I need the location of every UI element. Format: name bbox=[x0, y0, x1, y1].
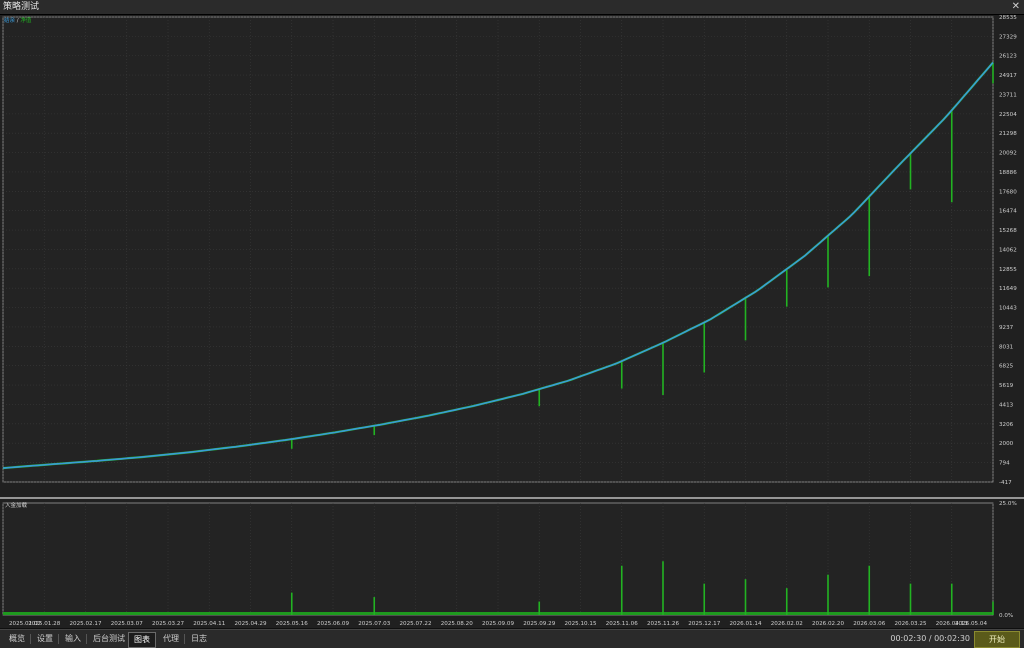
x-tick-label: 2025.05.16 bbox=[276, 621, 308, 627]
y-tick-label: 17680 bbox=[999, 189, 1017, 195]
main-grid bbox=[2, 16, 994, 483]
y-tick-label: 6825 bbox=[999, 364, 1014, 370]
y-tick-label: 23711 bbox=[999, 92, 1017, 98]
x-tick-label: 2026.02.20 bbox=[812, 621, 844, 627]
y-tick-label: 20092 bbox=[999, 151, 1017, 157]
y-tick-label: -417 bbox=[999, 480, 1012, 486]
x-tick-label: 2025.09.29 bbox=[523, 621, 555, 627]
tab-separator bbox=[86, 634, 87, 644]
y-tick-label: 2000 bbox=[999, 441, 1014, 447]
x-tick-label: 2025.12.17 bbox=[688, 621, 720, 627]
y-tick-label: 27329 bbox=[999, 34, 1017, 40]
x-tick-label: 2025.03.07 bbox=[111, 621, 143, 627]
x-tick-label: 2025.08.20 bbox=[441, 621, 473, 627]
y-tick-label: 14062 bbox=[999, 247, 1017, 253]
legend-balance: 结余 bbox=[4, 16, 16, 24]
tab-journal[interactable]: 日志 bbox=[186, 632, 212, 646]
x-tick-label: 2025.06.09 bbox=[317, 621, 349, 627]
start-button[interactable]: 开始 bbox=[974, 631, 1020, 648]
x-tick-label: 2026.05.04 bbox=[955, 621, 987, 627]
x-tick-label: 2026.02.02 bbox=[771, 621, 803, 627]
y-tick-label: 18886 bbox=[999, 170, 1017, 176]
y-tick-label: 24917 bbox=[999, 73, 1017, 79]
tab-agents[interactable]: 代理 bbox=[158, 632, 184, 646]
y-tick-label: 5619 bbox=[999, 383, 1014, 389]
x-tick-label: 2025.07.22 bbox=[399, 621, 431, 627]
tab-separator bbox=[184, 634, 185, 644]
bottom-tabbar: 概览 设置 输入 后台测试 图表 代理 日志 00:02:30 / 00:02:… bbox=[0, 629, 1024, 648]
y-tick-label: 11649 bbox=[999, 286, 1017, 292]
x-tick-label: 2025.07.03 bbox=[358, 621, 390, 627]
y-tick-label: 28535 bbox=[999, 15, 1017, 21]
y-tick-label: 12855 bbox=[999, 267, 1017, 273]
y-tick-label: 3206 bbox=[999, 422, 1014, 428]
x-tick-label: 2025.01.28 bbox=[28, 621, 60, 627]
y-tick-label: 26123 bbox=[999, 54, 1017, 60]
x-tick-label: 2025.04.29 bbox=[234, 621, 266, 627]
x-tick-label: 2026.03.25 bbox=[894, 621, 926, 627]
elapsed-timer: 00:02:30 / 00:02:30 bbox=[890, 634, 970, 643]
x-tick-label: 2026.03.06 bbox=[853, 621, 885, 627]
chart-svg: -417 794 2000 3206 4413 5619 6825 8031 9237 10443… bbox=[0, 15, 1024, 627]
y-tick-label: 8031 bbox=[999, 344, 1014, 350]
window-title: 策略测试 bbox=[3, 2, 40, 12]
x-tick-label: 2025.03.27 bbox=[152, 621, 184, 627]
y-tick-label: 4413 bbox=[999, 402, 1014, 408]
sub-plot-frame bbox=[2, 502, 994, 616]
sub-y-tick-label: 25.0% bbox=[999, 501, 1017, 507]
y-tick-label: 10443 bbox=[999, 306, 1017, 312]
x-axis-ticks: 2025.01.022025.01.28 2025.02.17 2025.03.07… bbox=[9, 621, 987, 627]
window-titlebar: 策略测试 ✕ bbox=[0, 0, 1024, 15]
sub-grid bbox=[0, 497, 1024, 616]
x-tick-label: 2025.04.11 bbox=[193, 621, 225, 627]
x-tick-label: 2025.09.09 bbox=[482, 621, 514, 627]
tab-separator bbox=[30, 634, 31, 644]
tab-chart[interactable]: 图表 bbox=[128, 632, 156, 648]
y-tick-label: 794 bbox=[999, 461, 1010, 467]
tab-separator bbox=[58, 634, 59, 644]
y-axis-ticks: -417 794 2000 3206 4413 5619 6825 8031 9237 10443… bbox=[999, 15, 1017, 619]
tab-overview[interactable]: 概览 bbox=[4, 632, 30, 646]
x-tick-label: 2025.02.17 bbox=[69, 621, 101, 627]
tab-settings[interactable]: 设置 bbox=[32, 632, 58, 646]
deposit-load-label: 入金加载 bbox=[5, 501, 28, 509]
y-tick-label: 16474 bbox=[999, 209, 1017, 215]
x-tick-label: 2025.11.26 bbox=[647, 621, 679, 627]
y-tick-label: 21298 bbox=[999, 131, 1017, 137]
y-tick-label: 15268 bbox=[999, 228, 1017, 234]
sub-y-tick-label: 0.0% bbox=[999, 613, 1013, 619]
y-tick-label: 22504 bbox=[999, 112, 1017, 118]
x-tick-label: 2025.11.06 bbox=[606, 621, 638, 627]
legend: 结余 / 净值 bbox=[4, 16, 32, 24]
deposit-load-baseline bbox=[3, 612, 993, 615]
x-tick-label: 2026.01.14 bbox=[729, 621, 761, 627]
tab-backtest[interactable]: 后台测试 bbox=[88, 632, 130, 646]
tab-inputs[interactable]: 输入 bbox=[60, 632, 86, 646]
x-tick-label: 2025.10.15 bbox=[564, 621, 596, 627]
strategy-tester-chart: -417 794 2000 3206 4413 5619 6825 8031 9237 10443… bbox=[0, 15, 1024, 628]
y-tick-label: 9237 bbox=[999, 325, 1014, 331]
legend-equity: 净值 bbox=[20, 16, 32, 24]
close-icon[interactable]: ✕ bbox=[1012, 0, 1020, 14]
